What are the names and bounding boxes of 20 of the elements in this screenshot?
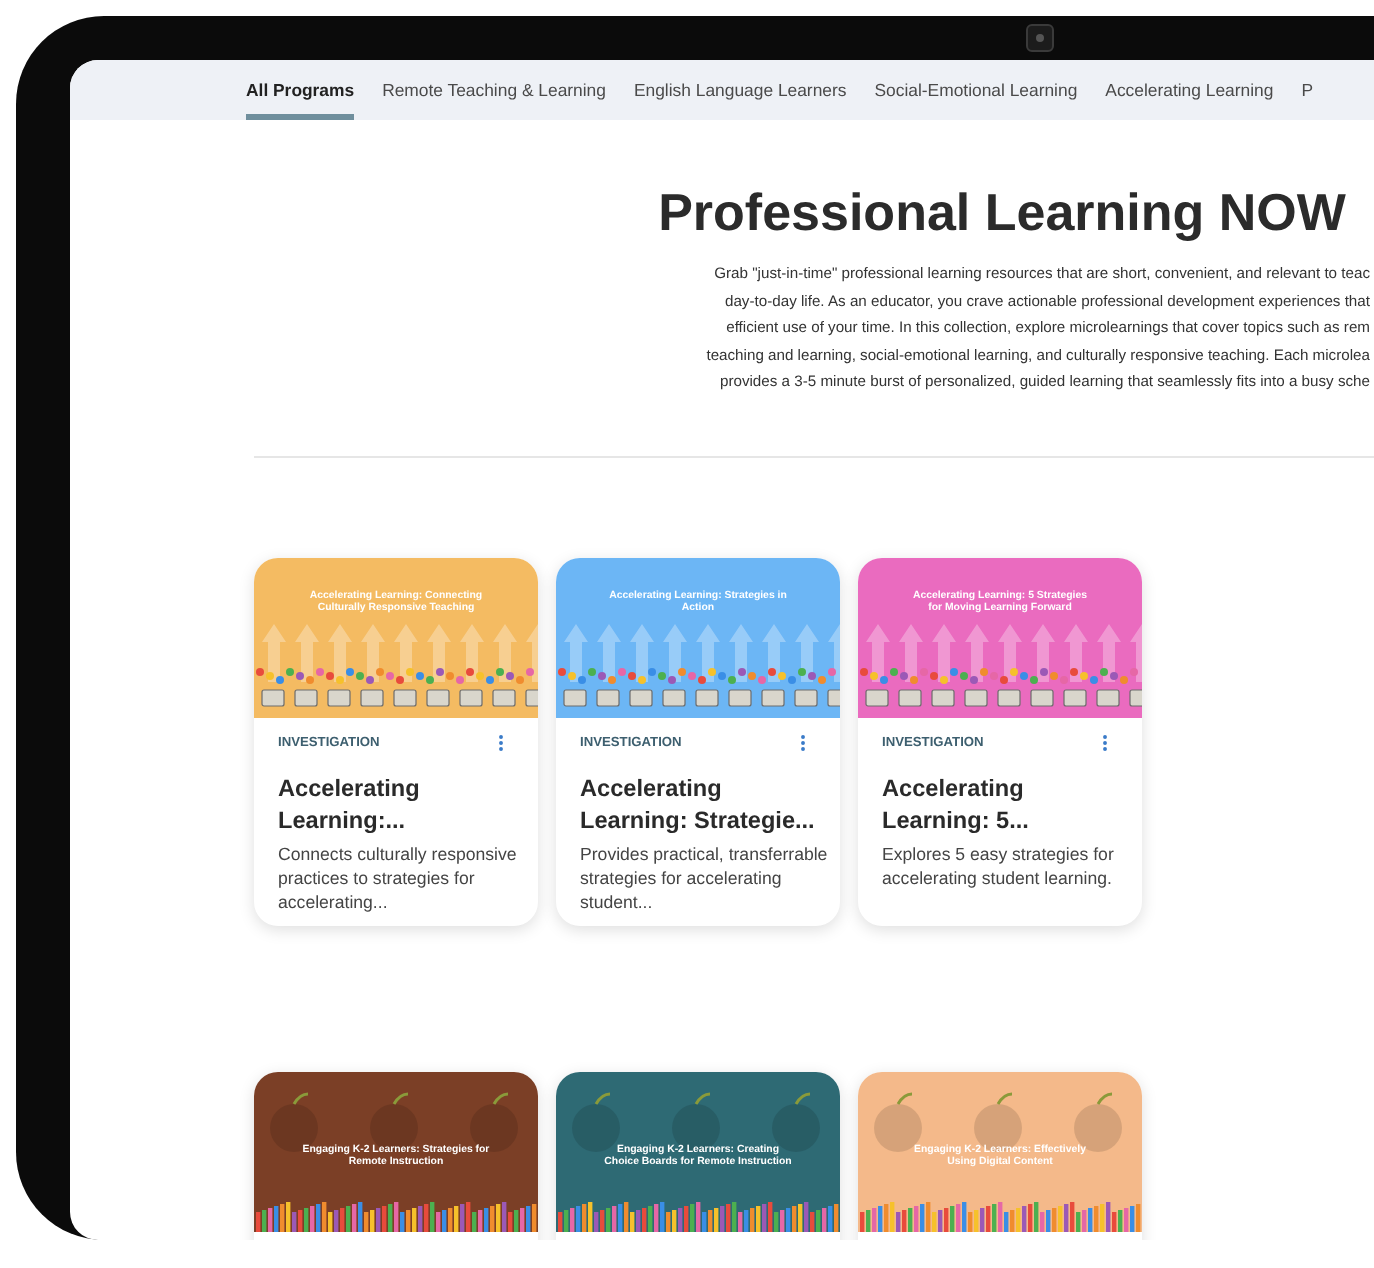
nav-tab[interactable]: Remote Teaching & Learning: [382, 60, 606, 120]
card-title: Accelerating Learning: Strategie...: [580, 771, 817, 835]
nav-tab[interactable]: Accelerating Learning: [1105, 60, 1274, 120]
card-title: Accelerating Learning:...: [278, 771, 422, 835]
apple-icon: [470, 1091, 518, 1151]
card-description: Explores 5 easy strategies for accelerating student learning.: [882, 841, 1116, 889]
apple-icon: [370, 1091, 418, 1151]
nav-tab[interactable]: English Language Learners: [633, 60, 847, 120]
card-description: Provides practical, transferrable strategies for accelerating student...: [580, 841, 830, 913]
camera-icon: [1026, 24, 1054, 52]
apple-icon: [572, 1091, 620, 1151]
card-description: Connects culturally responsive practices to strategies for accelerating...: [278, 841, 519, 913]
card-title: Accelerating Learning: 5...: [882, 771, 1031, 835]
nav-tab[interactable]: Social-Emotional Learning: [874, 60, 1078, 120]
nav-tab[interactable]: All Programs: [246, 60, 355, 120]
page-title: Professional Learning NOW: [656, 182, 1348, 242]
nav-tab[interactable]: P: [1301, 60, 1313, 120]
kebab-menu-icon[interactable]: [1102, 734, 1108, 752]
kebab-menu-icon[interactable]: [498, 734, 504, 752]
kebab-menu-icon[interactable]: [800, 734, 806, 752]
